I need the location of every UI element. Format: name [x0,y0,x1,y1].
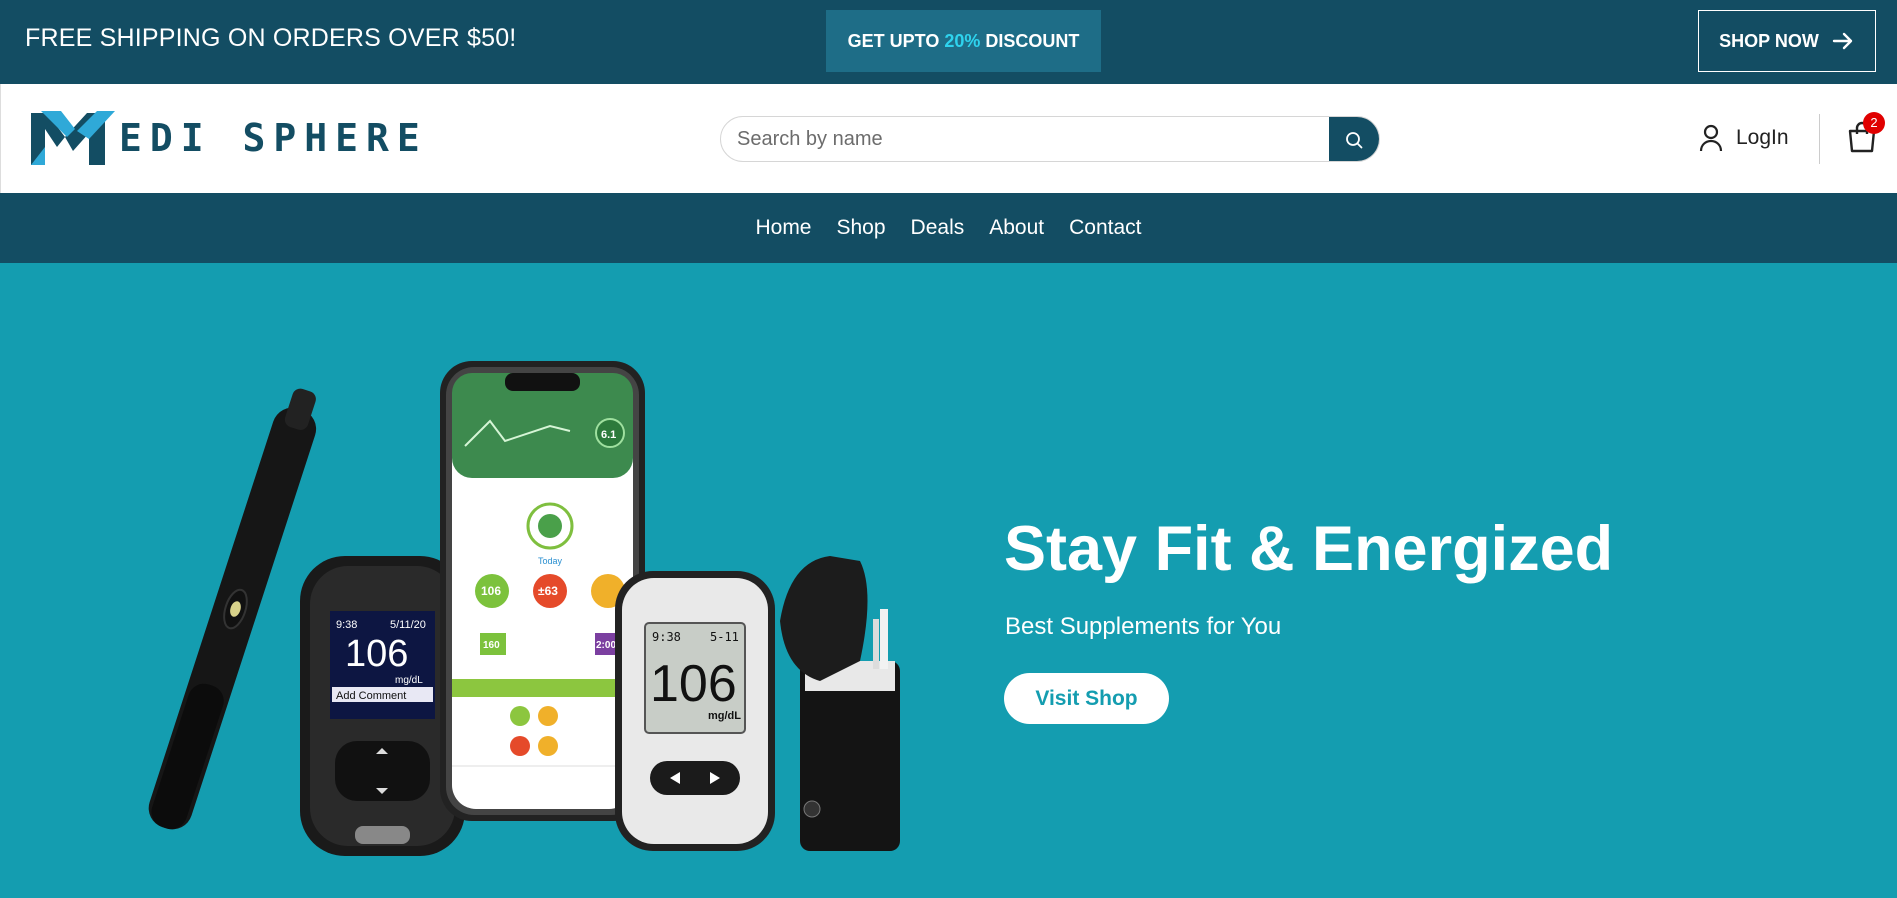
announcement-bar: FREE SHIPPING ON ORDERS OVER $50! GET UP… [0,0,1897,84]
search-icon [1346,132,1363,149]
visit-shop-button[interactable]: Visit Shop [1004,673,1169,724]
phone-today: Today [538,556,563,566]
arrow-right-icon [1832,32,1853,50]
cart-button[interactable]: 2 [1845,112,1885,156]
logo-m-icon [31,111,115,165]
logo[interactable]: EDI SPHERE [31,106,428,170]
header-divider [1819,114,1820,164]
meter-right-time: 9:38 [652,630,681,644]
logo-wordmark: EDI SPHERE [119,116,428,160]
meter-left-time: 9:38 [336,619,357,631]
glucose-devices-image: 9:38 5/11/20 106 mg/dL Add Comment 6.1 T… [148,361,900,856]
search-bar [720,116,1380,162]
phone-value-1: 106 [481,584,501,598]
search-button[interactable] [1329,117,1379,161]
cart-count-badge: 2 [1863,112,1885,134]
meter-right-date: 5-11 [710,630,739,644]
hero-title: Stay Fit & Energized [1004,514,1614,584]
login-link[interactable]: LogIn [1698,124,1789,152]
meter-right-value: 106 [650,655,737,713]
user-icon [1699,124,1723,152]
search-input[interactable] [721,117,1329,161]
hero-subtitle: Best Supplements for You [1005,613,1282,640]
meter-left-date: 5/11/20 [390,619,426,631]
site-header: EDI SPHERE LogIn 2 [0,84,1897,193]
meter-right: 9:38 5-11 106 mg/dL [615,571,775,851]
nav-item-home[interactable]: Home [755,216,811,240]
meter-left-comment: Add Comment [336,690,406,702]
meter-right-unit: mg/dL [708,710,741,722]
phone-value-3: 160 [483,640,500,651]
phone-value-4: 2:00 [596,640,616,651]
free-shipping-text: FREE SHIPPING ON ORDERS OVER $50! [25,24,517,52]
meter-left-value: 106 [345,633,408,675]
phone-value-5: 6.1 [601,429,616,441]
shop-now-button[interactable]: SHOP NOW [1698,10,1876,72]
discount-prefix: GET UPTO [847,31,945,51]
hero-banner: 9:38 5/11/20 106 mg/dL Add Comment 6.1 T… [0,263,1897,898]
discount-suffix: DISCOUNT [980,31,1080,51]
phone-value-2: ±63 [538,584,558,598]
login-label: LogIn [1736,126,1789,149]
test-strip-canister [780,556,900,851]
main-nav: Home Shop Deals About Contact [0,193,1897,263]
lancing-pen [148,388,317,830]
shop-now-label: SHOP NOW [1719,30,1819,51]
meter-left-unit: mg/dL [395,675,423,686]
smartphone: 6.1 Today 106 ±63 160 2:00 [440,361,645,821]
discount-value: 20% [944,31,981,51]
nav-item-contact[interactable]: Contact [1069,216,1141,240]
nav-item-shop[interactable]: Shop [837,216,886,240]
nav-item-about[interactable]: About [989,216,1044,240]
discount-banner[interactable]: GET UPTO 20% DISCOUNT [826,10,1101,72]
nav-item-deals[interactable]: Deals [911,216,965,240]
